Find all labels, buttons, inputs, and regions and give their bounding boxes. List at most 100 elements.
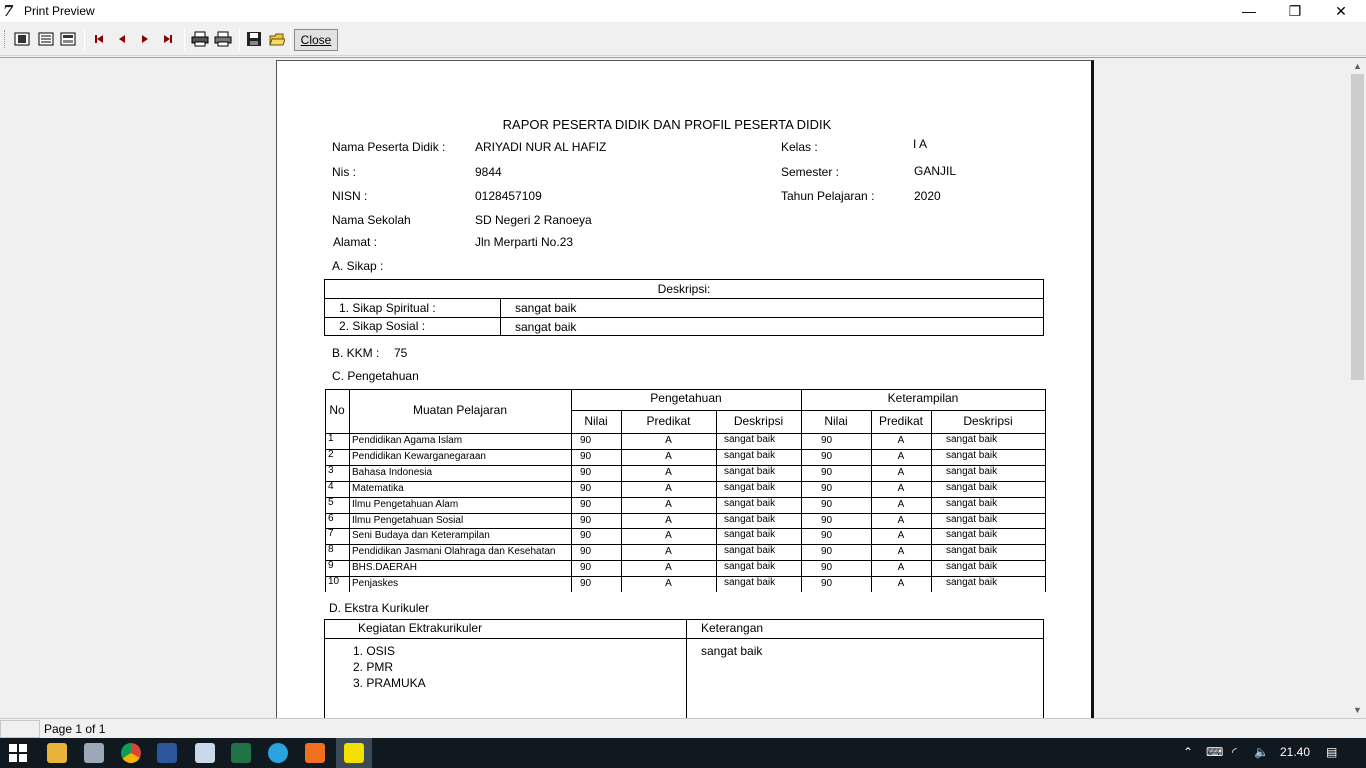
row-deskripsi: sangat baik — [946, 513, 998, 525]
row-deskripsi: sangat baik — [724, 529, 776, 541]
row-deskripsi: sangat baik — [724, 577, 776, 589]
row-no: 7 — [328, 528, 334, 540]
computer-icon[interactable] — [84, 743, 104, 763]
row-mapel: Penjaskes — [352, 578, 399, 590]
row-nilai: 90 — [580, 450, 592, 462]
telegram-icon[interactable] — [268, 743, 288, 763]
divider — [500, 298, 501, 336]
sikap-spiritual-value: sangat baik — [515, 301, 577, 315]
row-deskripsi: sangat baik — [946, 561, 998, 573]
col-no: No — [329, 403, 345, 417]
ekstra-item: 1. OSIS — [353, 644, 396, 658]
scroll-thumb[interactable] — [1351, 74, 1364, 380]
chevron-up-icon[interactable]: ⌃ — [1183, 745, 1193, 759]
scroll-down-icon[interactable]: ▼ — [1349, 702, 1366, 719]
vertical-scrollbar[interactable]: ▲ ▼ — [1349, 58, 1366, 719]
col-deskripsi: Deskripsi — [963, 414, 1013, 428]
row-nilai: 90 — [821, 498, 833, 510]
next-page-icon[interactable] — [135, 30, 155, 48]
first-page-icon[interactable] — [89, 30, 109, 48]
word-icon[interactable] — [157, 743, 177, 763]
ekstra-col-keterangan: Keterangan — [701, 621, 764, 635]
volume-icon[interactable]: 🔈 — [1254, 745, 1269, 759]
preview-area[interactable]: RAPOR PESERTA DIDIK DAN PROFIL PESERTA D… — [0, 57, 1366, 740]
label-nama: Nama Peserta Didik : — [332, 140, 446, 154]
value-kelas: I A — [913, 137, 928, 151]
grid-line — [325, 528, 1045, 530]
row-nilai: 90 — [821, 482, 833, 494]
row-no: 4 — [328, 480, 334, 492]
row-nilai: 90 — [821, 530, 833, 542]
xampp-icon[interactable] — [305, 743, 325, 763]
minimize-button[interactable]: — — [1226, 0, 1272, 22]
grid-line — [571, 410, 1045, 411]
excel-icon[interactable] — [231, 743, 251, 763]
col-muatan: Muatan Pelajaran — [412, 403, 508, 417]
windows-start-icon[interactable] — [9, 744, 27, 762]
row-predikat: A — [897, 578, 905, 590]
grid-line — [325, 480, 1045, 482]
row-no: 2 — [328, 448, 334, 460]
grid-line — [325, 576, 1045, 578]
save-icon[interactable] — [244, 30, 264, 48]
ekstra-item: 2. PMR — [353, 660, 394, 674]
one-page-icon[interactable] — [12, 30, 32, 48]
toolbar-grip[interactable] — [4, 30, 7, 48]
notepad-icon[interactable] — [195, 743, 215, 763]
wifi-icon[interactable]: ◜ — [1232, 745, 1237, 759]
col-predikat: Predikat — [646, 414, 691, 428]
row-predikat: A — [897, 514, 905, 526]
scroll-up-icon[interactable]: ▲ — [1349, 58, 1366, 75]
grid-line — [325, 544, 1045, 546]
value-nama: ARIYADI NUR AL HAFIZ — [475, 140, 607, 154]
zoom-icon[interactable] — [58, 30, 78, 48]
print-setup-icon[interactable] — [190, 30, 210, 48]
row-predikat: A — [897, 482, 905, 494]
ekstra-keterangan-value: sangat baik — [701, 644, 763, 658]
pengetahuan-heading: C. Pengetahuan — [332, 369, 419, 383]
sikap-table-header: Deskripsi: — [657, 282, 711, 296]
row-nilai: 90 — [580, 578, 592, 590]
grid-line — [325, 389, 1045, 390]
row-nilai: 90 — [821, 466, 833, 478]
row-mapel: Bahasa Indonesia — [352, 466, 433, 478]
row-predikat: A — [665, 578, 672, 590]
last-page-icon[interactable] — [158, 30, 178, 48]
row-predikat: A — [665, 514, 672, 526]
print-preview-app-icon[interactable] — [344, 743, 364, 763]
col-predikat: Predikat — [878, 414, 924, 428]
toolbar-separator — [184, 28, 185, 50]
row-predikat: A — [897, 435, 905, 446]
row-nilai: 90 — [580, 514, 592, 526]
row-predikat: A — [897, 546, 905, 558]
page-width-icon[interactable] — [36, 30, 56, 48]
toolbar: Close — [0, 22, 1366, 56]
report-title: RAPOR PESERTA DIDIK DAN PROFIL PESERTA D… — [502, 117, 832, 132]
restore-button[interactable]: ❐ — [1272, 0, 1318, 22]
clock[interactable]: 21.40 — [1280, 745, 1310, 759]
file-explorer-icon[interactable] — [47, 743, 67, 763]
label-nis: Nis : — [332, 165, 356, 179]
label-kelas: Kelas : — [781, 140, 818, 154]
grid-line — [1045, 389, 1046, 592]
row-predikat: A — [897, 450, 905, 462]
row-predikat: A — [897, 498, 905, 510]
open-folder-icon[interactable] — [267, 30, 287, 48]
print-icon[interactable] — [213, 30, 233, 48]
row-mapel: Pendidikan Jasmani Olahraga dan Kesehata… — [352, 546, 556, 558]
close-window-button[interactable]: ✕ — [1318, 0, 1364, 22]
keyboard-icon[interactable]: ⌨ — [1206, 745, 1223, 759]
label-nisn: NISN : — [332, 189, 368, 203]
row-predikat: A — [897, 530, 905, 542]
close-preview-button[interactable]: Close — [294, 29, 338, 51]
grid-line — [716, 410, 717, 592]
chrome-icon[interactable] — [121, 743, 141, 763]
row-nilai: 90 — [821, 562, 833, 574]
previous-page-icon[interactable] — [112, 30, 132, 48]
row-no: 6 — [328, 512, 334, 524]
notification-icon[interactable]: ▤ — [1326, 745, 1337, 759]
row-nilai: 90 — [821, 546, 833, 558]
row-predikat: A — [665, 498, 672, 510]
toolbar-separator — [84, 28, 85, 50]
row-no: 10 — [328, 576, 340, 588]
